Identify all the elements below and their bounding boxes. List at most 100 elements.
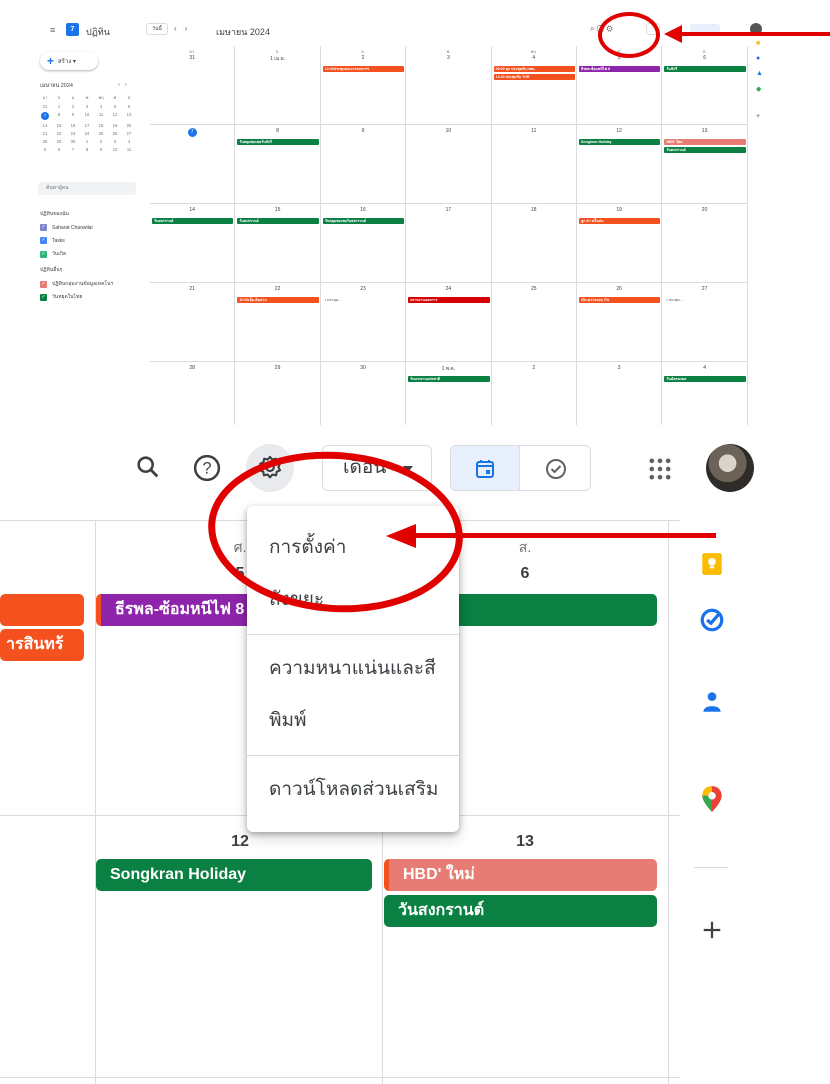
plus-icon[interactable] [701, 919, 723, 941]
day-cell[interactable]: 14 [150, 204, 236, 283]
day-cell[interactable]: 1 พ.ค. [406, 362, 492, 425]
day-cell[interactable]: 18 [491, 204, 577, 283]
event-chip[interactable]: • ประชุม... [664, 297, 745, 303]
event-chip[interactable]: 10.00เอ็ด-ติดตาม [237, 297, 319, 303]
day-cell[interactable]: 15 [235, 204, 321, 283]
event-chip[interactable] [0, 594, 84, 626]
day-number[interactable]: 31 [150, 55, 234, 61]
day-number[interactable]: 2 [321, 55, 405, 61]
today-button[interactable]: วันนี้ [146, 23, 168, 35]
prev-next-nav[interactable]: ‹› [174, 24, 195, 33]
day-cell[interactable]: 29 [235, 362, 321, 425]
day-number[interactable]: 3 [577, 365, 661, 371]
day-number[interactable]: 20 [662, 207, 746, 213]
day-cell[interactable]: ส. 6 [662, 46, 748, 125]
day-number[interactable]: 19 [577, 207, 661, 213]
day-number[interactable]: 23 [321, 286, 405, 292]
menu-item-density-color[interactable]: ความหนาแน่นและสี [247, 643, 459, 695]
calendar-item[interactable]: ✓ วันเกิด [40, 250, 66, 258]
menu-item-get-addons[interactable]: ดาวน์โหลดส่วนเสริม [247, 764, 459, 816]
day-number[interactable]: 17 [406, 207, 490, 213]
avatar[interactable] [706, 444, 754, 492]
event-chip[interactable]: HBD' ใหม่ [664, 139, 746, 145]
event-chip[interactable]: วันสงกรานต์ [152, 218, 234, 224]
calendar-item[interactable]: ✓ Tasks [40, 237, 65, 244]
day-cell[interactable]: 13 [662, 125, 748, 204]
help-icon[interactable]: ? [192, 453, 222, 483]
event-chip[interactable]: วันหยุดชดเชยวันจักรี [237, 139, 319, 145]
day-cell[interactable]: อา. 31 [150, 46, 236, 125]
day-cell[interactable]: 8 [235, 125, 321, 204]
day-number[interactable]: 11 [492, 128, 576, 134]
menu-item-print[interactable]: พิมพ์ [247, 695, 459, 747]
calendar-item[interactable]: ✓ Saharat Chaowilai [40, 224, 93, 231]
day-cell[interactable]: 25 [491, 283, 577, 362]
day-number[interactable]: 7 [150, 128, 234, 137]
event-chip[interactable]: ตรวจงานและการ [408, 297, 490, 303]
day-cell[interactable]: 3 [577, 362, 663, 425]
event-chip[interactable]: วันสงกรานต์ [664, 147, 746, 153]
calendar-item[interactable]: ✓ วันหยุดในไทย [40, 293, 82, 301]
day-number[interactable]: 18 [492, 207, 576, 213]
search-icon[interactable] [134, 453, 162, 481]
day-number[interactable]: 12 [577, 128, 661, 134]
day-number[interactable]: 28 [150, 365, 234, 371]
event-chip[interactable]: วันฉัตรมงคล [664, 376, 746, 382]
event-chip[interactable]: Songkran Holiday [96, 859, 372, 891]
other-calendars-heading[interactable]: ปฏิทินอื่นๆ [40, 266, 62, 274]
maps-icon[interactable] [699, 785, 725, 813]
day-number[interactable]: 6 [662, 55, 746, 61]
event-chip[interactable]: 13.00 ประชุมกับ TOR [493, 74, 575, 80]
day-cell[interactable]: 26 [577, 283, 663, 362]
day-number[interactable]: 13 [500, 833, 550, 851]
calendar-item[interactable]: ✓ ปฏิทินกลุ่มงานข้อมูลเทคโนฯ [40, 280, 113, 288]
day-number[interactable]: 29 [235, 365, 319, 371]
event-chip[interactable]: 09.00 ทุก ประชุมกับ กสน. [493, 66, 575, 72]
day-cell[interactable]: 10 [406, 125, 492, 204]
day-cell[interactable]: 22 [235, 283, 321, 362]
day-cell[interactable]: จ. 1 เม.ย. [235, 46, 321, 125]
day-cell[interactable]: 27 [662, 283, 748, 362]
day-cell[interactable]: พฤ. 4 [491, 46, 577, 125]
event-chip[interactable]: วันจักรี [664, 66, 746, 72]
event-chip[interactable]: ารสินทร้ [0, 629, 84, 661]
event-chip[interactable]: • ประชุม... [323, 297, 404, 303]
event-chip[interactable]: ธีรพล-ซ้อมหนีไฟ 8 [579, 66, 661, 72]
keep-icon[interactable] [699, 551, 725, 577]
day-number[interactable]: 12 [215, 833, 265, 851]
day-number[interactable]: 10 [406, 128, 490, 134]
main-menu-icon[interactable]: ≡ [50, 25, 60, 35]
search-people-input[interactable]: ค้นหาผู้คน [38, 182, 136, 195]
day-number[interactable]: 8 [235, 128, 319, 134]
tasks-view-toggle[interactable] [519, 445, 591, 491]
day-number[interactable]: 22 [235, 286, 319, 292]
day-number[interactable]: 16 [321, 207, 405, 213]
day-number[interactable]: 25 [492, 286, 576, 292]
create-button[interactable]: + สร้าง ▾ [40, 52, 98, 70]
day-number[interactable]: 1 เม.ย. [235, 55, 319, 63]
mini-month-grid[interactable]: อาจอพพฤศส 31 1 2 3 4 5 6 7 8 9 10 11 12 13 14 15 16 17 1… [38, 94, 138, 152]
day-number[interactable]: 4 [492, 55, 576, 61]
my-calendars-heading[interactable]: ปฏิทินของฉัน [40, 210, 69, 218]
day-cell[interactable]: 20 [662, 204, 748, 283]
tasks-icon[interactable] [699, 607, 725, 633]
mini-month-nav[interactable]: ‹› [118, 82, 132, 88]
day-number[interactable]: 26 [577, 286, 661, 292]
day-number[interactable]: 27 [662, 286, 746, 292]
day-number[interactable]: 1 พ.ค. [406, 365, 490, 373]
day-cell[interactable]: 9 [320, 125, 407, 204]
day-number[interactable]: 13 [662, 128, 746, 134]
calendar-view-toggle[interactable] [450, 445, 520, 491]
day-number[interactable]: 15 [235, 207, 319, 213]
day-number[interactable]: 9 [321, 128, 405, 134]
day-number[interactable]: 4 [662, 365, 746, 371]
day-number[interactable]: 3 [406, 55, 490, 61]
day-number[interactable]: 21 [150, 286, 234, 292]
day-cell[interactable]: 21 [150, 283, 236, 362]
event-chip[interactable]: เบิก-ตรวจสอบ ITA [579, 297, 661, 303]
day-number[interactable]: 2 [492, 365, 576, 371]
day-cell[interactable]: อ. 2 [320, 46, 407, 125]
day-cell[interactable]: 16 [320, 204, 407, 283]
event-chip[interactable]: HBD' ใหม่ [384, 859, 657, 891]
apps-grid-icon[interactable] [646, 455, 674, 483]
